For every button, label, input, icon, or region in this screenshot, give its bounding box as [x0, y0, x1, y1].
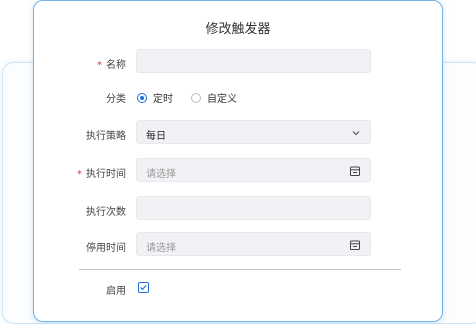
radio-label-custom: 自定义: [207, 94, 237, 105]
required-marker: *: [77, 169, 82, 180]
enabled-checkbox[interactable]: [138, 282, 149, 293]
category-label: 分类: [106, 94, 126, 105]
strategy-select[interactable]: 每日: [136, 120, 371, 144]
radio-option-timed[interactable]: 定时: [137, 90, 173, 105]
calendar-icon: [350, 240, 360, 250]
name-label: * 名称: [34, 56, 126, 71]
form-divider: [79, 269, 401, 270]
exec-time-label: * 执行时间: [34, 165, 126, 180]
calendar-icon: [350, 166, 360, 176]
name-input[interactable]: [136, 49, 371, 73]
exec-time-picker[interactable]: 请选择: [136, 158, 371, 182]
exec-count-label: 执行次数: [86, 207, 126, 218]
disable-time-placeholder: 请选择: [146, 243, 176, 254]
disable-time-label: 停用时间: [86, 243, 126, 254]
exec-time-label-text: 执行时间: [86, 169, 126, 180]
disable-time-picker[interactable]: 请选择: [136, 232, 371, 256]
strategy-label: 执行策略: [86, 131, 126, 142]
dialog-title: 修改触发器: [205, 22, 271, 37]
strategy-value: 每日: [146, 131, 166, 142]
name-label-text: 名称: [106, 60, 126, 71]
radio-option-custom[interactable]: 自定义: [191, 90, 237, 105]
radio-unselected-icon: [191, 92, 201, 103]
enabled-label: 启用: [106, 286, 126, 297]
checkmark-icon: [140, 285, 147, 291]
edit-trigger-dialog: 修改触发器 * 名称 分类 定时 自定义 执行策略 每日 * 执行时间 请选择 执行…: [33, 0, 443, 322]
required-marker: *: [97, 60, 102, 71]
radio-selected-icon: [137, 92, 147, 103]
radio-label-timed: 定时: [153, 94, 173, 105]
exec-time-placeholder: 请选择: [146, 169, 176, 180]
exec-count-input[interactable]: [136, 196, 371, 220]
chevron-down-icon: [352, 131, 360, 136]
